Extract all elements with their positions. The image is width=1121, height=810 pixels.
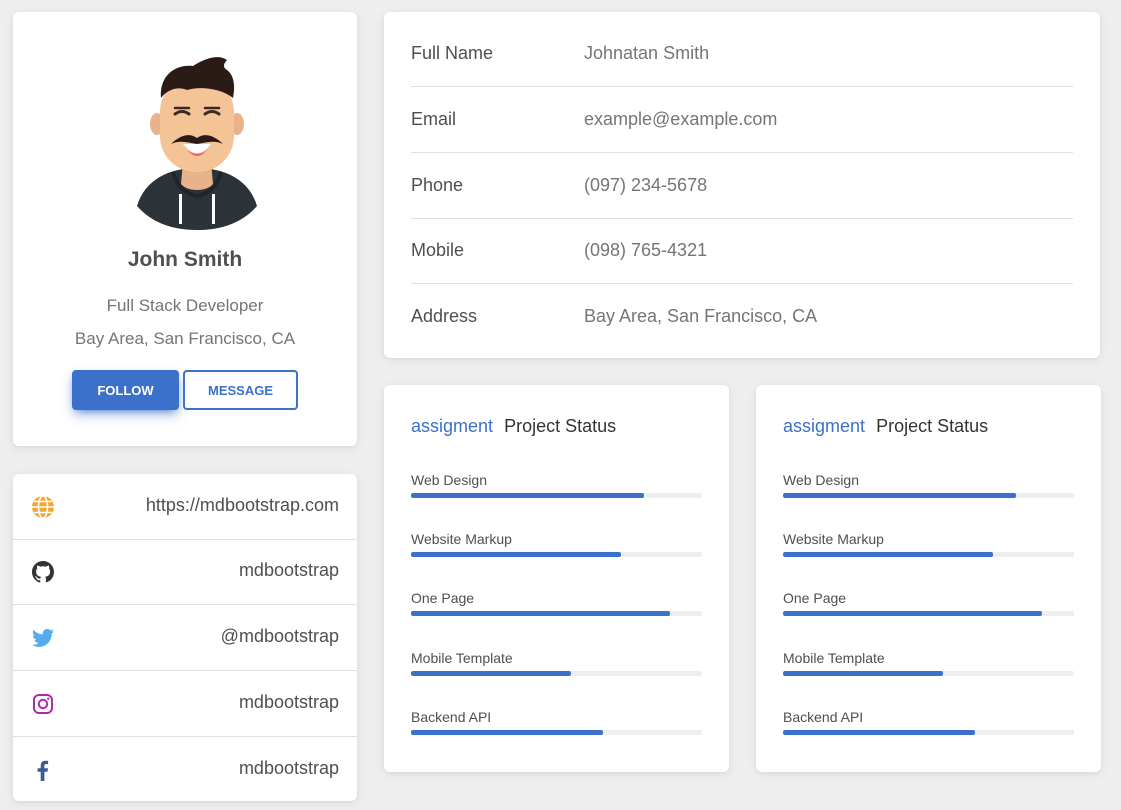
instagram-icon [31, 692, 55, 716]
link-text-twitter[interactable]: @mdbootstrap [221, 626, 339, 647]
progress-bar [411, 611, 670, 616]
link-row-instagram[interactable]: mdbootstrap [13, 671, 357, 737]
profile-info-card: Full Name Johnatan Smith Email example@e… [384, 12, 1100, 358]
info-value: Bay Area, San Francisco, CA [584, 306, 818, 326]
info-value: (097) 234-5678 [584, 175, 708, 195]
info-row-email: Email example@example.com [411, 78, 1073, 153]
progress-bar [783, 493, 1016, 498]
link-row-facebook[interactable]: mdbootstrap [13, 737, 357, 803]
progress-label: Website Markup [411, 531, 512, 547]
link-row-website[interactable]: https://mdbootstrap.com [13, 474, 357, 540]
progress-label: Mobile Template [411, 650, 513, 666]
info-value: Johnatan Smith [584, 43, 710, 63]
info-row-full-name: Full Name Johnatan Smith [411, 12, 1073, 87]
info-label: Address [411, 306, 478, 326]
project-status-card: assigment Project Status Web Design Webs… [384, 385, 729, 772]
profile-card: John Smith Full Stack Developer Bay Area… [13, 12, 357, 446]
progress-label: Web Design [411, 472, 488, 488]
progress-item: Backend API [783, 709, 1074, 739]
progress-track [783, 730, 1074, 735]
info-label: Mobile [411, 240, 465, 260]
progress-item: One Page [783, 590, 1074, 620]
social-links-card: https://mdbootstrap.com mdbootstrap @mdb… [13, 474, 357, 801]
progress-label: Backend API [783, 709, 864, 725]
progress-item: Web Design [783, 472, 1074, 502]
progress-label: Mobile Template [783, 650, 885, 666]
progress-label: One Page [783, 590, 847, 606]
link-row-twitter[interactable]: @mdbootstrap [13, 605, 357, 671]
info-label: Email [411, 109, 457, 129]
globe-icon [31, 495, 55, 519]
progress-item: Website Markup [783, 531, 1074, 561]
progress-track [411, 493, 702, 498]
info-row-mobile: Mobile (098) 765-4321 [411, 209, 1073, 284]
progress-item: Web Design [411, 472, 702, 502]
progress-bar [783, 671, 944, 676]
progress-bar [411, 671, 572, 676]
project-status-card: assigment Project Status Web Design Webs… [756, 385, 1101, 772]
progress-item: Backend API [411, 709, 702, 739]
project-status-title: Project Status [876, 416, 989, 436]
profile-name: John Smith [127, 248, 243, 271]
progress-item: One Page [411, 590, 702, 620]
avatar [135, 54, 259, 232]
progress-item: Mobile Template [411, 650, 702, 680]
progress-track [411, 730, 702, 735]
project-status-heading: assigment Project Status [411, 416, 616, 437]
info-label: Full Name [411, 43, 494, 63]
progress-item: Mobile Template [783, 650, 1074, 680]
avatar-illustration-icon [137, 57, 257, 230]
link-text-facebook[interactable]: mdbootstrap [239, 758, 339, 779]
github-icon [31, 560, 55, 584]
progress-track [783, 671, 1074, 676]
progress-bar [783, 552, 993, 557]
link-row-github[interactable]: mdbootstrap [13, 539, 357, 605]
progress-item: Website Markup [411, 531, 702, 561]
link-text-website[interactable]: https://mdbootstrap.com [146, 495, 339, 516]
profile-location: Bay Area, San Francisco, CA [74, 329, 296, 348]
progress-track [783, 552, 1074, 557]
project-status-accent: assigment [411, 416, 494, 436]
info-label: Phone [411, 175, 464, 195]
info-row-address: Address Bay Area, San Francisco, CA [411, 275, 1073, 341]
link-text-instagram[interactable]: mdbootstrap [239, 692, 339, 713]
progress-track [411, 611, 702, 616]
facebook-icon [31, 758, 55, 782]
progress-track [783, 493, 1074, 498]
info-value: example@example.com [584, 109, 778, 129]
progress-bar [783, 730, 976, 735]
twitter-icon [31, 626, 55, 650]
progress-bar [411, 493, 644, 498]
progress-track [411, 671, 702, 676]
project-status-title: Project Status [504, 416, 617, 436]
project-status-accent: assigment [783, 416, 866, 436]
progress-track [783, 611, 1074, 616]
link-text-github[interactable]: mdbootstrap [239, 560, 339, 581]
info-value: (098) 765-4321 [584, 240, 708, 260]
progress-label: One Page [411, 590, 475, 606]
message-button[interactable]: MESSAGE [183, 370, 298, 410]
progress-label: Website Markup [783, 531, 884, 547]
progress-bar [411, 552, 621, 557]
profile-job-title: Full Stack Developer [106, 296, 264, 315]
follow-button[interactable]: FOLLOW [72, 370, 179, 410]
info-row-phone: Phone (097) 234-5678 [411, 144, 1073, 219]
project-status-heading: assigment Project Status [783, 416, 988, 437]
progress-label: Backend API [411, 709, 492, 725]
progress-bar [783, 611, 1042, 616]
progress-bar [411, 730, 604, 735]
progress-label: Web Design [783, 472, 860, 488]
progress-track [411, 552, 702, 557]
